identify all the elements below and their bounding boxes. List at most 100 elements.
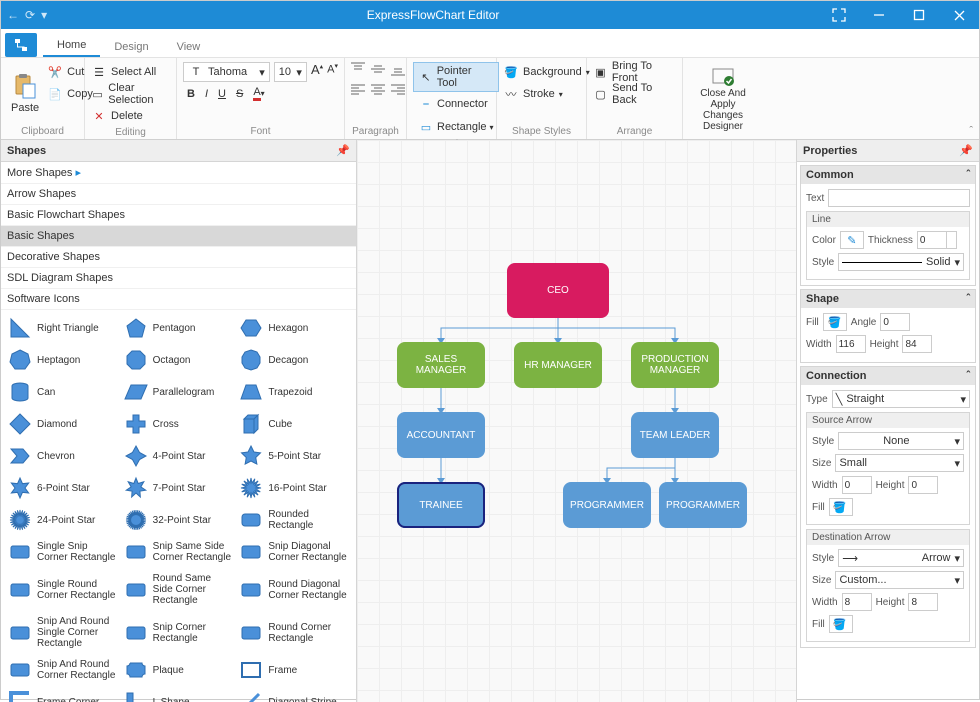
collapse-icon[interactable]: ˆ — [966, 293, 970, 305]
shape-category[interactable]: Arrow Shapes — [1, 184, 356, 205]
back-icon[interactable]: ← — [7, 8, 19, 22]
shape-item[interactable]: 24-Point Star — [5, 504, 121, 536]
collapse-icon[interactable]: ˆ — [966, 370, 970, 382]
font-size-select[interactable]: 10▾ — [274, 62, 307, 82]
align-center-button[interactable] — [371, 83, 385, 100]
shape-item[interactable]: Pentagon — [121, 312, 237, 344]
line-style-select[interactable]: Solid▾ — [838, 253, 964, 271]
shape-category[interactable]: Software Icons — [1, 289, 356, 310]
width-input[interactable] — [836, 335, 866, 353]
dst-width-input[interactable] — [842, 593, 872, 611]
shape-item[interactable]: Octagon — [121, 344, 237, 376]
shape-item[interactable]: Decagon — [236, 344, 352, 376]
align-right-button[interactable] — [391, 83, 405, 100]
tab-design[interactable]: Design — [100, 36, 162, 57]
pointer-tool-button[interactable]: ↖Pointer Tool — [413, 62, 499, 92]
dst-size-select[interactable]: Custom...▾ — [835, 571, 964, 589]
forward-icon[interactable]: ⟳ — [25, 8, 35, 22]
shape-item[interactable]: Right Triangle — [5, 312, 121, 344]
src-style-select[interactable]: None▾ — [838, 432, 964, 450]
fill-picker[interactable]: 🪣 — [823, 313, 847, 331]
dst-style-select[interactable]: ⟶Arrow▾ — [838, 549, 964, 567]
dst-height-input[interactable] — [908, 593, 938, 611]
dropdown-icon[interactable]: ▾ — [41, 8, 47, 22]
shrink-font-button[interactable]: A▾ — [327, 62, 338, 82]
tab-view[interactable]: View — [163, 36, 215, 57]
shape-item[interactable]: 6-Point Star — [5, 472, 121, 504]
align-left-button[interactable] — [351, 83, 365, 100]
maximize-button[interactable] — [899, 1, 939, 29]
close-button[interactable] — [939, 1, 979, 29]
src-height-input[interactable] — [908, 476, 938, 494]
node-prod[interactable]: PRODUCTION MANAGER — [631, 342, 719, 388]
shape-item[interactable]: Hexagon — [236, 312, 352, 344]
stroke-button[interactable]: 〰Stroke▾ — [503, 84, 590, 104]
shape-item[interactable]: 4-Point Star — [121, 440, 237, 472]
shape-item[interactable]: 32-Point Star — [121, 504, 237, 536]
italic-button[interactable]: I — [205, 88, 208, 100]
node-trainee[interactable]: TRAINEE — [397, 482, 485, 528]
shape-item[interactable]: Snip Corner Rectangle — [121, 611, 237, 654]
strike-button[interactable]: S — [236, 88, 243, 100]
send-back-button[interactable]: ▢Send To Back — [593, 84, 676, 104]
shape-item[interactable]: 7-Point Star — [121, 472, 237, 504]
shape-item[interactable]: Cross — [121, 408, 237, 440]
minimize-button[interactable] — [859, 1, 899, 29]
clear-selection-button[interactable]: ▭Clear Selection — [91, 84, 170, 104]
shape-item[interactable]: 5-Point Star — [236, 440, 352, 472]
shape-item[interactable]: Snip And Round Single Corner Rectangle — [5, 611, 121, 654]
close-designer-button[interactable]: Close And Apply Changes Designer — [689, 62, 757, 137]
shape-category[interactable]: Basic Flowchart Shapes — [1, 205, 356, 226]
delete-button[interactable]: ✕Delete — [91, 106, 170, 126]
collapse-icon[interactable]: ˆ — [966, 169, 970, 181]
color-picker[interactable]: ✎ — [840, 231, 864, 249]
shape-item[interactable]: Round Corner Rectangle — [236, 611, 352, 654]
shape-item[interactable]: Can — [5, 376, 121, 408]
shape-category[interactable]: Decorative Shapes — [1, 247, 356, 268]
node-prog2[interactable]: PROGRAMMER — [659, 482, 747, 528]
shape-item[interactable]: Parallelogram — [121, 376, 237, 408]
font-color-button[interactable]: A▾ — [253, 86, 264, 101]
bring-front-button[interactable]: ▣Bring To Front — [593, 62, 676, 82]
shape-item[interactable]: Heptagon — [5, 344, 121, 376]
shape-item[interactable]: Frame — [236, 654, 352, 686]
more-shapes-link[interactable]: More Shapes ▸ — [1, 162, 356, 184]
shape-item[interactable]: Trapezoid — [236, 376, 352, 408]
node-lead[interactable]: TEAM LEADER — [631, 412, 719, 458]
font-family-select[interactable]: TTahoma▾ — [183, 62, 270, 82]
shape-item[interactable]: Rounded Rectangle — [236, 504, 352, 536]
underline-button[interactable]: U — [218, 88, 226, 100]
grow-font-button[interactable]: A▴ — [311, 62, 323, 82]
pin-icon[interactable]: 📌 — [959, 144, 973, 157]
align-bottom-button[interactable] — [391, 62, 405, 79]
angle-input[interactable] — [880, 313, 910, 331]
shape-item[interactable]: Single Round Corner Rectangle — [5, 568, 121, 611]
height-input[interactable] — [902, 335, 932, 353]
shape-item[interactable]: Snip Diagonal Corner Rectangle — [236, 536, 352, 568]
tab-home[interactable]: Home — [43, 34, 100, 57]
src-fill-picker[interactable]: 🪣 — [829, 498, 853, 516]
shape-item[interactable]: Round Same Side Corner Rectangle — [121, 568, 237, 611]
align-middle-button[interactable] — [371, 62, 385, 79]
node-hr[interactable]: HR MANAGER — [514, 342, 602, 388]
src-width-input[interactable] — [842, 476, 872, 494]
background-button[interactable]: 🪣Background▾ — [503, 62, 590, 82]
dst-fill-picker[interactable]: 🪣 — [829, 615, 853, 633]
node-acct[interactable]: ACCOUNTANT — [397, 412, 485, 458]
node-ceo[interactable]: CEO — [507, 263, 609, 318]
node-prog1[interactable]: PROGRAMMER — [563, 482, 651, 528]
conn-type-select[interactable]: ╲Straight▾ — [832, 390, 970, 408]
shape-item[interactable]: Plaque — [121, 654, 237, 686]
select-all-button[interactable]: ☰Select All — [91, 62, 170, 82]
thickness-input[interactable] — [917, 231, 957, 249]
canvas[interactable]: CEO SALES MANAGER HR MANAGER PRODUCTION … — [357, 140, 797, 702]
shape-item[interactable]: Diamond — [5, 408, 121, 440]
rect-tool-button[interactable]: ▭Rectangle▾ — [413, 116, 499, 138]
connector-tool-button[interactable]: ⎯Connector — [413, 93, 499, 115]
collapse-ribbon-button[interactable]: ˆ — [969, 125, 973, 137]
app-tab[interactable] — [5, 33, 37, 57]
shape-item[interactable]: Round Diagonal Corner Rectangle — [236, 568, 352, 611]
align-top-button[interactable] — [351, 62, 365, 79]
fullscreen-button[interactable] — [819, 1, 859, 29]
pin-icon[interactable]: 📌 — [336, 144, 350, 157]
